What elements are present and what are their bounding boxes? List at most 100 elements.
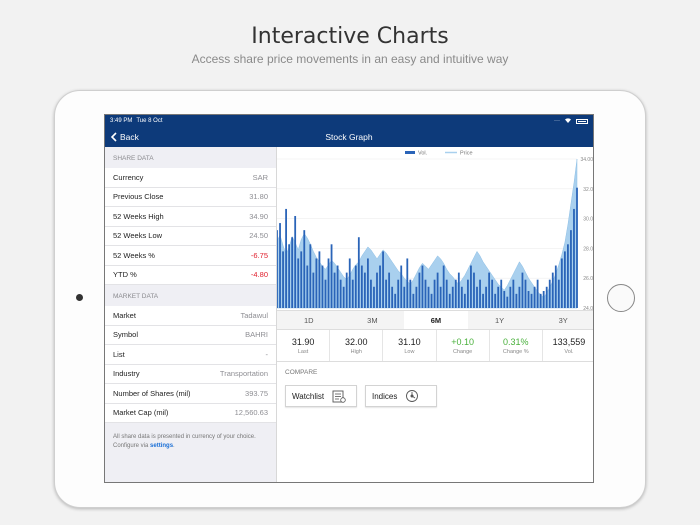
details-panel: SHARE DATA Currency SAR Previous Close 31.8…	[105, 147, 277, 482]
volume-bar	[336, 265, 339, 308]
volume-bar	[357, 237, 360, 308]
share_data-value: 31.80	[249, 192, 268, 202]
volume-bar	[563, 251, 566, 308]
market_data-label: Market	[113, 310, 136, 320]
volume-bar	[439, 286, 442, 308]
volume-bar	[406, 258, 409, 308]
volume-bar	[370, 279, 372, 308]
market_data-label: Market Cap (mil)	[113, 408, 169, 418]
volume-bar	[442, 265, 445, 308]
watchlist-button[interactable]: Watchlist	[285, 385, 357, 407]
y-tick-label: 34.00	[580, 157, 593, 163]
market_data-row: List -	[105, 345, 276, 365]
note-text: All share data is presented in currency …	[113, 434, 256, 449]
volume-bar	[554, 265, 557, 308]
share_data-value: SAR	[252, 172, 268, 182]
camera-dot	[76, 294, 83, 301]
tab-1d[interactable]: 1D	[277, 311, 341, 329]
status-bar: 3:49 PM Tue 8 Oct ···	[105, 115, 593, 127]
volume-bar	[545, 286, 548, 308]
watchlist-label: Watchlist	[292, 391, 325, 401]
back-label: Back	[120, 132, 139, 142]
market_data-row: Market Tadawul	[105, 306, 276, 326]
volume-bar	[315, 258, 318, 308]
volume-bar	[567, 244, 569, 308]
market_data-value: BAHRI	[245, 330, 268, 340]
volume-bar	[351, 279, 354, 308]
volume-bar	[467, 279, 469, 308]
volume-bar	[279, 223, 281, 308]
volume-bar	[342, 286, 345, 308]
stat-vol: 133,559 Vol.	[543, 330, 593, 361]
status-time: 3:49 PM	[110, 118, 133, 124]
y-tick-label: 30.0	[583, 217, 593, 223]
volume-bar	[509, 286, 512, 308]
share_data-label: 52 Weeks %	[113, 250, 155, 260]
volume-bar	[282, 251, 284, 308]
volume-bar	[476, 286, 478, 308]
volume-bar	[297, 258, 300, 308]
tab-3y[interactable]: 3Y	[531, 311, 593, 329]
stat-value: 31.90	[291, 336, 315, 347]
volume-bar	[573, 208, 575, 308]
quote-stats: 31.90 Last 32.00 High 31.10 Low +0.10 Change 0.3…	[277, 330, 593, 362]
volume-bar	[430, 293, 433, 308]
watchlist-icon	[332, 390, 346, 403]
tab-6m[interactable]: 6M	[404, 311, 468, 329]
volume-bar	[473, 272, 475, 308]
tab-1y[interactable]: 1Y	[468, 311, 532, 329]
volume-bar	[288, 244, 291, 308]
share_data-row: YTD % -4.80	[105, 265, 276, 285]
volume-bar	[479, 279, 481, 308]
volume-bar	[576, 187, 578, 308]
volume-bar	[436, 272, 439, 308]
volume-bar	[470, 265, 472, 308]
volume-bar	[530, 293, 533, 308]
share-data-header: SHARE DATA	[113, 155, 154, 162]
volume-bar	[533, 286, 536, 308]
range-tabs: 1D 3M 6M 1Y 3Y	[277, 310, 593, 330]
volume-bar	[400, 265, 403, 308]
indices-icon	[406, 390, 419, 402]
volume-bar	[488, 272, 491, 308]
volume-bar	[463, 293, 466, 308]
stat-low: 31.10 Low	[383, 330, 437, 361]
volume-bar	[448, 293, 451, 308]
volume-bar	[433, 279, 436, 308]
tab-3m[interactable]: 3M	[341, 311, 405, 329]
market_data-row: Market Cap (mil) 12,560.63	[105, 403, 276, 423]
nav-bar: Back Stock Graph	[105, 127, 593, 147]
volume-bar	[388, 272, 391, 308]
home-button[interactable]	[607, 284, 635, 312]
market_data-row: Number of Shares (mil) 393.75	[105, 384, 276, 404]
nav-title: Stock Graph	[325, 132, 373, 142]
volume-bar	[360, 265, 363, 308]
back-button[interactable]: Back	[111, 132, 139, 142]
volume-bar	[363, 272, 366, 308]
volume-bar	[409, 279, 412, 308]
volume-bar	[403, 286, 406, 308]
stat-last: 31.90 Last	[277, 330, 331, 361]
volume-bar	[415, 286, 418, 308]
stat-value: 133,559	[552, 336, 586, 347]
share_data-label: Currency	[113, 172, 144, 182]
volume-bar	[560, 258, 563, 308]
volume-bar	[324, 279, 327, 308]
volume-bar	[391, 286, 394, 308]
settings-link[interactable]: settings	[150, 443, 173, 449]
indices-button[interactable]: Indices	[365, 385, 437, 407]
share_data-row: 52 Weeks Low 24.50	[105, 226, 276, 246]
market_data-row: Symbol BAHRI	[105, 325, 276, 345]
volume-bar	[551, 272, 554, 308]
volume-bar	[454, 279, 457, 308]
volume-bar	[291, 237, 294, 308]
volume-bar	[376, 272, 378, 308]
stock-chart[interactable]: 34.0032.030.028.026.024.0Vol. Price	[277, 147, 594, 310]
share_data-row: 52 Weeks High 34.90	[105, 207, 276, 227]
volume-bar	[354, 265, 357, 308]
share_data-value: -6.75	[250, 250, 268, 260]
volume-bar	[527, 291, 530, 308]
stat-high: 32.00 High	[330, 330, 384, 361]
stat-label: Change	[452, 348, 473, 355]
market_data-label: Number of Shares (mil)	[113, 388, 191, 398]
